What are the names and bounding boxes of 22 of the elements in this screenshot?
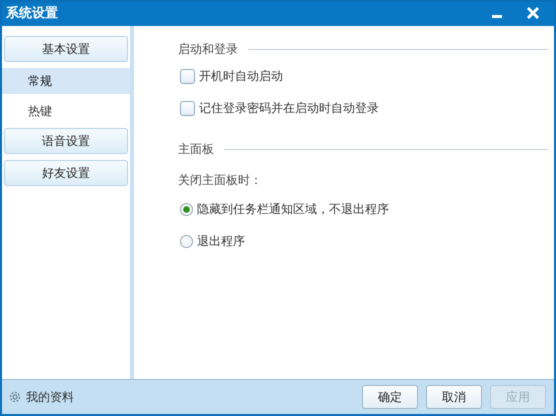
sidebar-item[interactable]: 常规 — [2, 68, 130, 94]
option-label: 开机时自动启动 — [199, 68, 283, 84]
checkbox[interactable] — [180, 68, 195, 84]
dialog-button[interactable]: 确定 — [362, 385, 418, 409]
radio-button[interactable] — [180, 202, 193, 216]
radio-button[interactable] — [180, 234, 193, 248]
sidebar-item[interactable]: 热键 — [2, 98, 130, 124]
window-title: 系统设置 — [6, 4, 58, 22]
sidebar-group-button[interactable]: 语音设置 — [4, 128, 128, 154]
option-label: 退出程序 — [197, 232, 245, 250]
section-title: 启动和登录 — [178, 40, 238, 58]
prompt-text: 关闭主面板时： — [178, 172, 263, 189]
gear-icon[interactable] — [8, 390, 22, 404]
sidebar-group-button[interactable]: 好友设置 — [4, 160, 128, 186]
section-title: 主面板 — [178, 140, 214, 158]
checkbox[interactable] — [180, 100, 195, 116]
close-icon[interactable] — [526, 6, 540, 20]
sidebar-group-button[interactable]: 基本设置 — [4, 36, 128, 62]
profile-link[interactable]: 我的资料 — [26, 388, 74, 406]
option-label: 记住登录密码并在启动时自动登录 — [199, 100, 379, 116]
dialog-button[interactable]: 取消 — [426, 385, 482, 409]
option-label: 隐藏到任务栏通知区域，不退出程序 — [197, 200, 389, 218]
